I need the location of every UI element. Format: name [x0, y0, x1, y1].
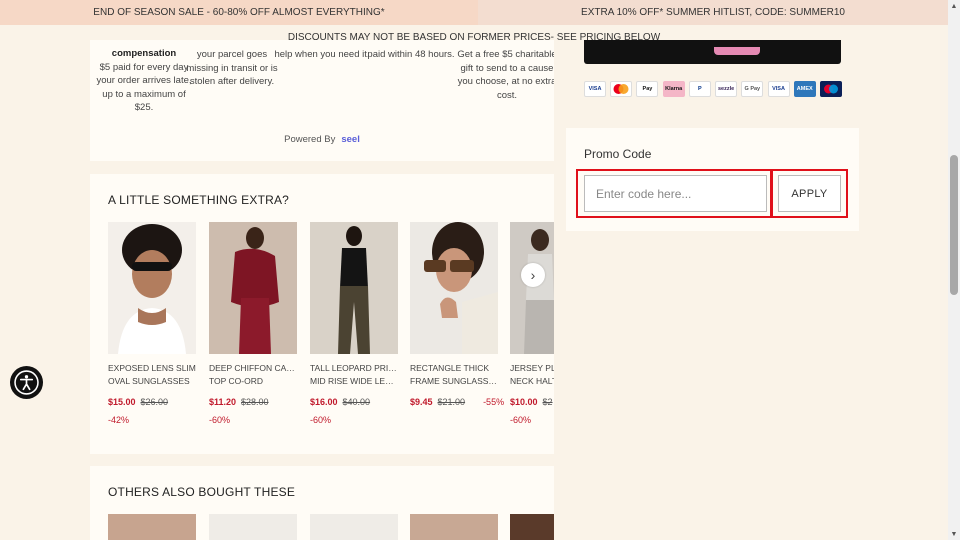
benefit-support: help when you need it. [272, 48, 372, 62]
klarna-badge [714, 47, 760, 55]
others-bought-section: OTHERS ALSO BOUGHT THESE [90, 466, 554, 540]
product-name-line: TOP CO-ORD [209, 376, 263, 386]
benefit-text: paid within 48 hours. [367, 49, 455, 60]
product-card[interactable]: JERSEY PL NECK HALT $10.00 $2 -60% [510, 222, 554, 425]
product-card[interactable]: DEEP CHIFFON CAPE TOP CO-ORD $11.20 $28.0… [209, 222, 297, 425]
seel-logo[interactable]: seel [341, 134, 360, 145]
benefit-lost-parcel: your parcel goes missing in transit or i… [182, 48, 282, 89]
amex-icon: AMEX [793, 81, 816, 97]
product-name-line: RECTANGLE THICK [410, 363, 490, 373]
product-card[interactable]: RECTANGLE THICK FRAME SUNGLASSES $9.45 $2… [410, 222, 504, 407]
product-name[interactable]: EXPOSED LENS SLIM OVAL SUNGLASSES [108, 362, 196, 388]
scroll-down-icon[interactable]: ▼ [948, 528, 960, 540]
sale-price: $9.45 [410, 397, 433, 407]
klarna-icon: Klarna [662, 81, 685, 97]
product-image[interactable] [410, 222, 498, 354]
powered-label: Powered By [284, 134, 336, 145]
benefit-text: Get a free $5 charitable gift to send to… [457, 49, 554, 101]
product-name-line: JERSEY PL [510, 363, 554, 373]
original-price: $2 [542, 397, 553, 407]
benefit-charity: Get a free $5 charitable gift to send to… [457, 48, 554, 102]
chevron-right-icon: › [530, 267, 536, 283]
product-prices: $10.00 $2 [510, 397, 554, 407]
product-image[interactable] [310, 222, 398, 354]
product-name-line: FRAME SUNGLASSES [410, 376, 498, 386]
product-name-line: OVAL SUNGLASSES [108, 376, 190, 386]
sale-price: $16.00 [310, 397, 338, 407]
sale-price: $10.00 [510, 397, 538, 407]
banner-sale-text[interactable]: END OF SEASON SALE - 60-80% OFF ALMOST E… [0, 0, 478, 25]
product-name[interactable]: TALL LEOPARD PRINT MID RISE WIDE LEG... [310, 362, 398, 388]
promo-banner: END OF SEASON SALE - 60-80% OFF ALMOST E… [0, 0, 948, 25]
product-name[interactable]: RECTANGLE THICK FRAME SUNGLASSES [410, 362, 498, 388]
product-image[interactable] [209, 514, 297, 540]
product-image[interactable] [209, 222, 297, 354]
original-price: $28.00 [241, 397, 269, 407]
product-name-line: DEEP CHIFFON CAPE [209, 363, 297, 373]
product-prices: $15.00 $26.00 [108, 397, 196, 407]
product-image[interactable] [108, 222, 196, 354]
discount-percent: -60% [510, 415, 532, 425]
product-prices: $11.20 $28.00 [209, 397, 297, 407]
powered-by: Powered By seel [90, 134, 554, 145]
product-name-line: EXPOSED LENS SLIM [108, 363, 196, 373]
mastercard-icon [610, 81, 633, 97]
sale-price: $15.00 [108, 397, 136, 407]
product-card[interactable]: TALL LEOPARD PRINT MID RISE WIDE LEG... … [310, 222, 398, 425]
product-image[interactable] [310, 514, 398, 540]
benefit-late-delivery: compensation $5 paid for every day your … [94, 47, 194, 115]
banner-code-text[interactable]: EXTRA 10% OFF* SUMMER HITLIST, CODE: SUM… [478, 0, 948, 25]
benefit-payout: paid within 48 hours. [361, 48, 461, 62]
product-name-line: TALL LEOPARD PRINT [310, 363, 398, 373]
discount-percent: -42% [108, 415, 130, 425]
product-image[interactable] [510, 514, 554, 540]
product-card[interactable]: EXPOSED LENS SLIM OVAL SUNGLASSES $15.00… [108, 222, 196, 425]
highlight-apply-button [771, 169, 848, 218]
discount-percent: -55% [483, 397, 505, 407]
scroll-thumb[interactable] [950, 155, 958, 295]
shipping-protection-card: compensation $5 paid for every day your … [90, 40, 554, 161]
accessibility-button[interactable] [10, 366, 43, 399]
apple-pay-icon: Pay [636, 81, 659, 97]
benefit-text: your parcel goes missing in transit or i… [186, 49, 278, 87]
original-price: $26.00 [140, 397, 169, 407]
product-image[interactable] [108, 514, 196, 540]
google-pay-icon: G Pay [741, 81, 764, 97]
scroll-up-icon[interactable]: ▲ [948, 0, 960, 12]
original-price: $40.00 [342, 397, 371, 407]
discount-percent: -60% [310, 415, 332, 425]
benefit-text: $5 paid for every day your order arrives… [96, 61, 192, 114]
product-name[interactable]: DEEP CHIFFON CAPE TOP CO-ORD [209, 362, 297, 388]
section-title: A LITTLE SOMETHING EXTRA? [108, 193, 290, 207]
visa-icon: VISA [584, 81, 606, 97]
product-prices: $16.00 $40.00 [310, 397, 398, 407]
paypal-icon: P [688, 81, 711, 97]
product-name[interactable]: JERSEY PL NECK HALT [510, 362, 554, 388]
payment-methods: VISA Pay Klarna P sezzle G Pay VISA AMEX [584, 81, 842, 98]
carousel-next-button[interactable]: › [521, 263, 545, 287]
sale-price: $11.20 [209, 397, 237, 407]
page-scrollbar[interactable]: ▲ ▼ [948, 0, 960, 540]
maestro-icon [819, 81, 842, 97]
benefit-title: compensation [111, 48, 177, 59]
product-prices: $9.45 $21.00 -55% [410, 397, 504, 407]
section-title: OTHERS ALSO BOUGHT THESE [108, 485, 296, 499]
promo-code-label: Promo Code [584, 147, 652, 161]
product-name-line: MID RISE WIDE LEG... [310, 376, 398, 386]
benefit-text: help when you need it. [274, 49, 370, 60]
accessibility-icon [14, 370, 39, 395]
checkout-button[interactable] [584, 40, 841, 64]
product-image[interactable] [410, 514, 498, 540]
product-image[interactable] [510, 222, 554, 354]
product-name-line: NECK HALT [510, 376, 554, 386]
visa-icon: VISA [767, 81, 790, 97]
original-price: $21.00 [437, 397, 466, 407]
sezzle-icon: sezzle [715, 81, 738, 97]
highlight-promo-input [576, 169, 772, 218]
upsell-section: A LITTLE SOMETHING EXTRA? EXPOSED LENS S… [90, 174, 554, 454]
discount-percent: -60% [209, 415, 231, 425]
